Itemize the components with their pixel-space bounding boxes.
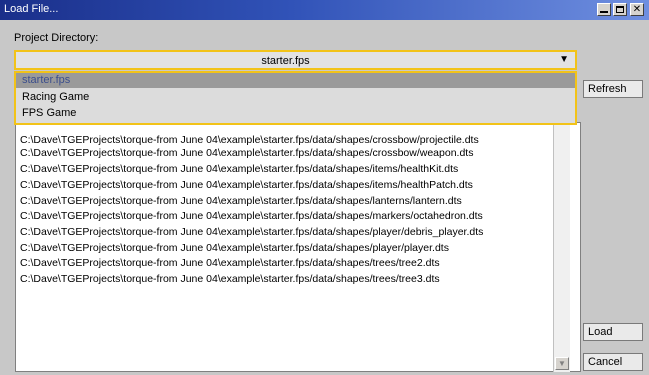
load-button[interactable]: Load — [583, 323, 643, 341]
project-directory-value: starter.fps — [261, 55, 310, 67]
list-item[interactable]: C:\Dave\TGEProjects\torque-from June 04\… — [20, 256, 440, 271]
list-item[interactable]: C:\Dave\TGEProjects\torque-from June 04\… — [20, 272, 440, 287]
close-icon[interactable]: ✕ — [630, 3, 644, 16]
file-list[interactable]: C:\Dave\TGEProjects\torque-from June 04\… — [15, 122, 581, 372]
project-directory-label: Project Directory: — [14, 32, 99, 44]
project-directory-select[interactable]: starter.fps ▼ — [14, 50, 577, 70]
minimize-icon[interactable] — [597, 3, 611, 16]
vertical-scrollbar[interactable] — [553, 122, 570, 372]
option-racing-game[interactable]: Racing Game — [16, 90, 575, 105]
maximize-icon[interactable] — [613, 3, 627, 16]
list-item[interactable]: C:\Dave\TGEProjects\torque-from June 04\… — [20, 241, 449, 256]
chevron-down-icon[interactable]: ▼ — [559, 54, 569, 65]
scroll-down-arrow-icon[interactable]: ▼ — [555, 357, 569, 370]
list-item[interactable]: C:\Dave\TGEProjects\torque-from June 04\… — [20, 162, 458, 177]
window-title: Load File... — [4, 3, 59, 15]
list-item[interactable]: C:\Dave\TGEProjects\torque-from June 04\… — [20, 146, 473, 161]
list-item[interactable]: C:\Dave\TGEProjects\torque-from June 04\… — [20, 194, 462, 209]
option-starter-fps[interactable]: starter.fps — [16, 73, 575, 88]
list-item[interactable]: C:\Dave\TGEProjects\torque-from June 04\… — [20, 178, 473, 193]
list-item[interactable]: C:\Dave\TGEProjects\torque-from June 04\… — [20, 225, 483, 240]
refresh-button[interactable]: Refresh — [583, 80, 643, 98]
list-item[interactable]: C:\Dave\TGEProjects\torque-from June 04\… — [20, 209, 483, 224]
option-fps-game[interactable]: FPS Game — [16, 106, 575, 121]
title-bar[interactable]: Load File... ✕ — [0, 0, 649, 20]
cancel-button[interactable]: Cancel — [583, 353, 643, 371]
project-directory-options[interactable]: starter.fps Racing Game FPS Game — [14, 71, 577, 125]
